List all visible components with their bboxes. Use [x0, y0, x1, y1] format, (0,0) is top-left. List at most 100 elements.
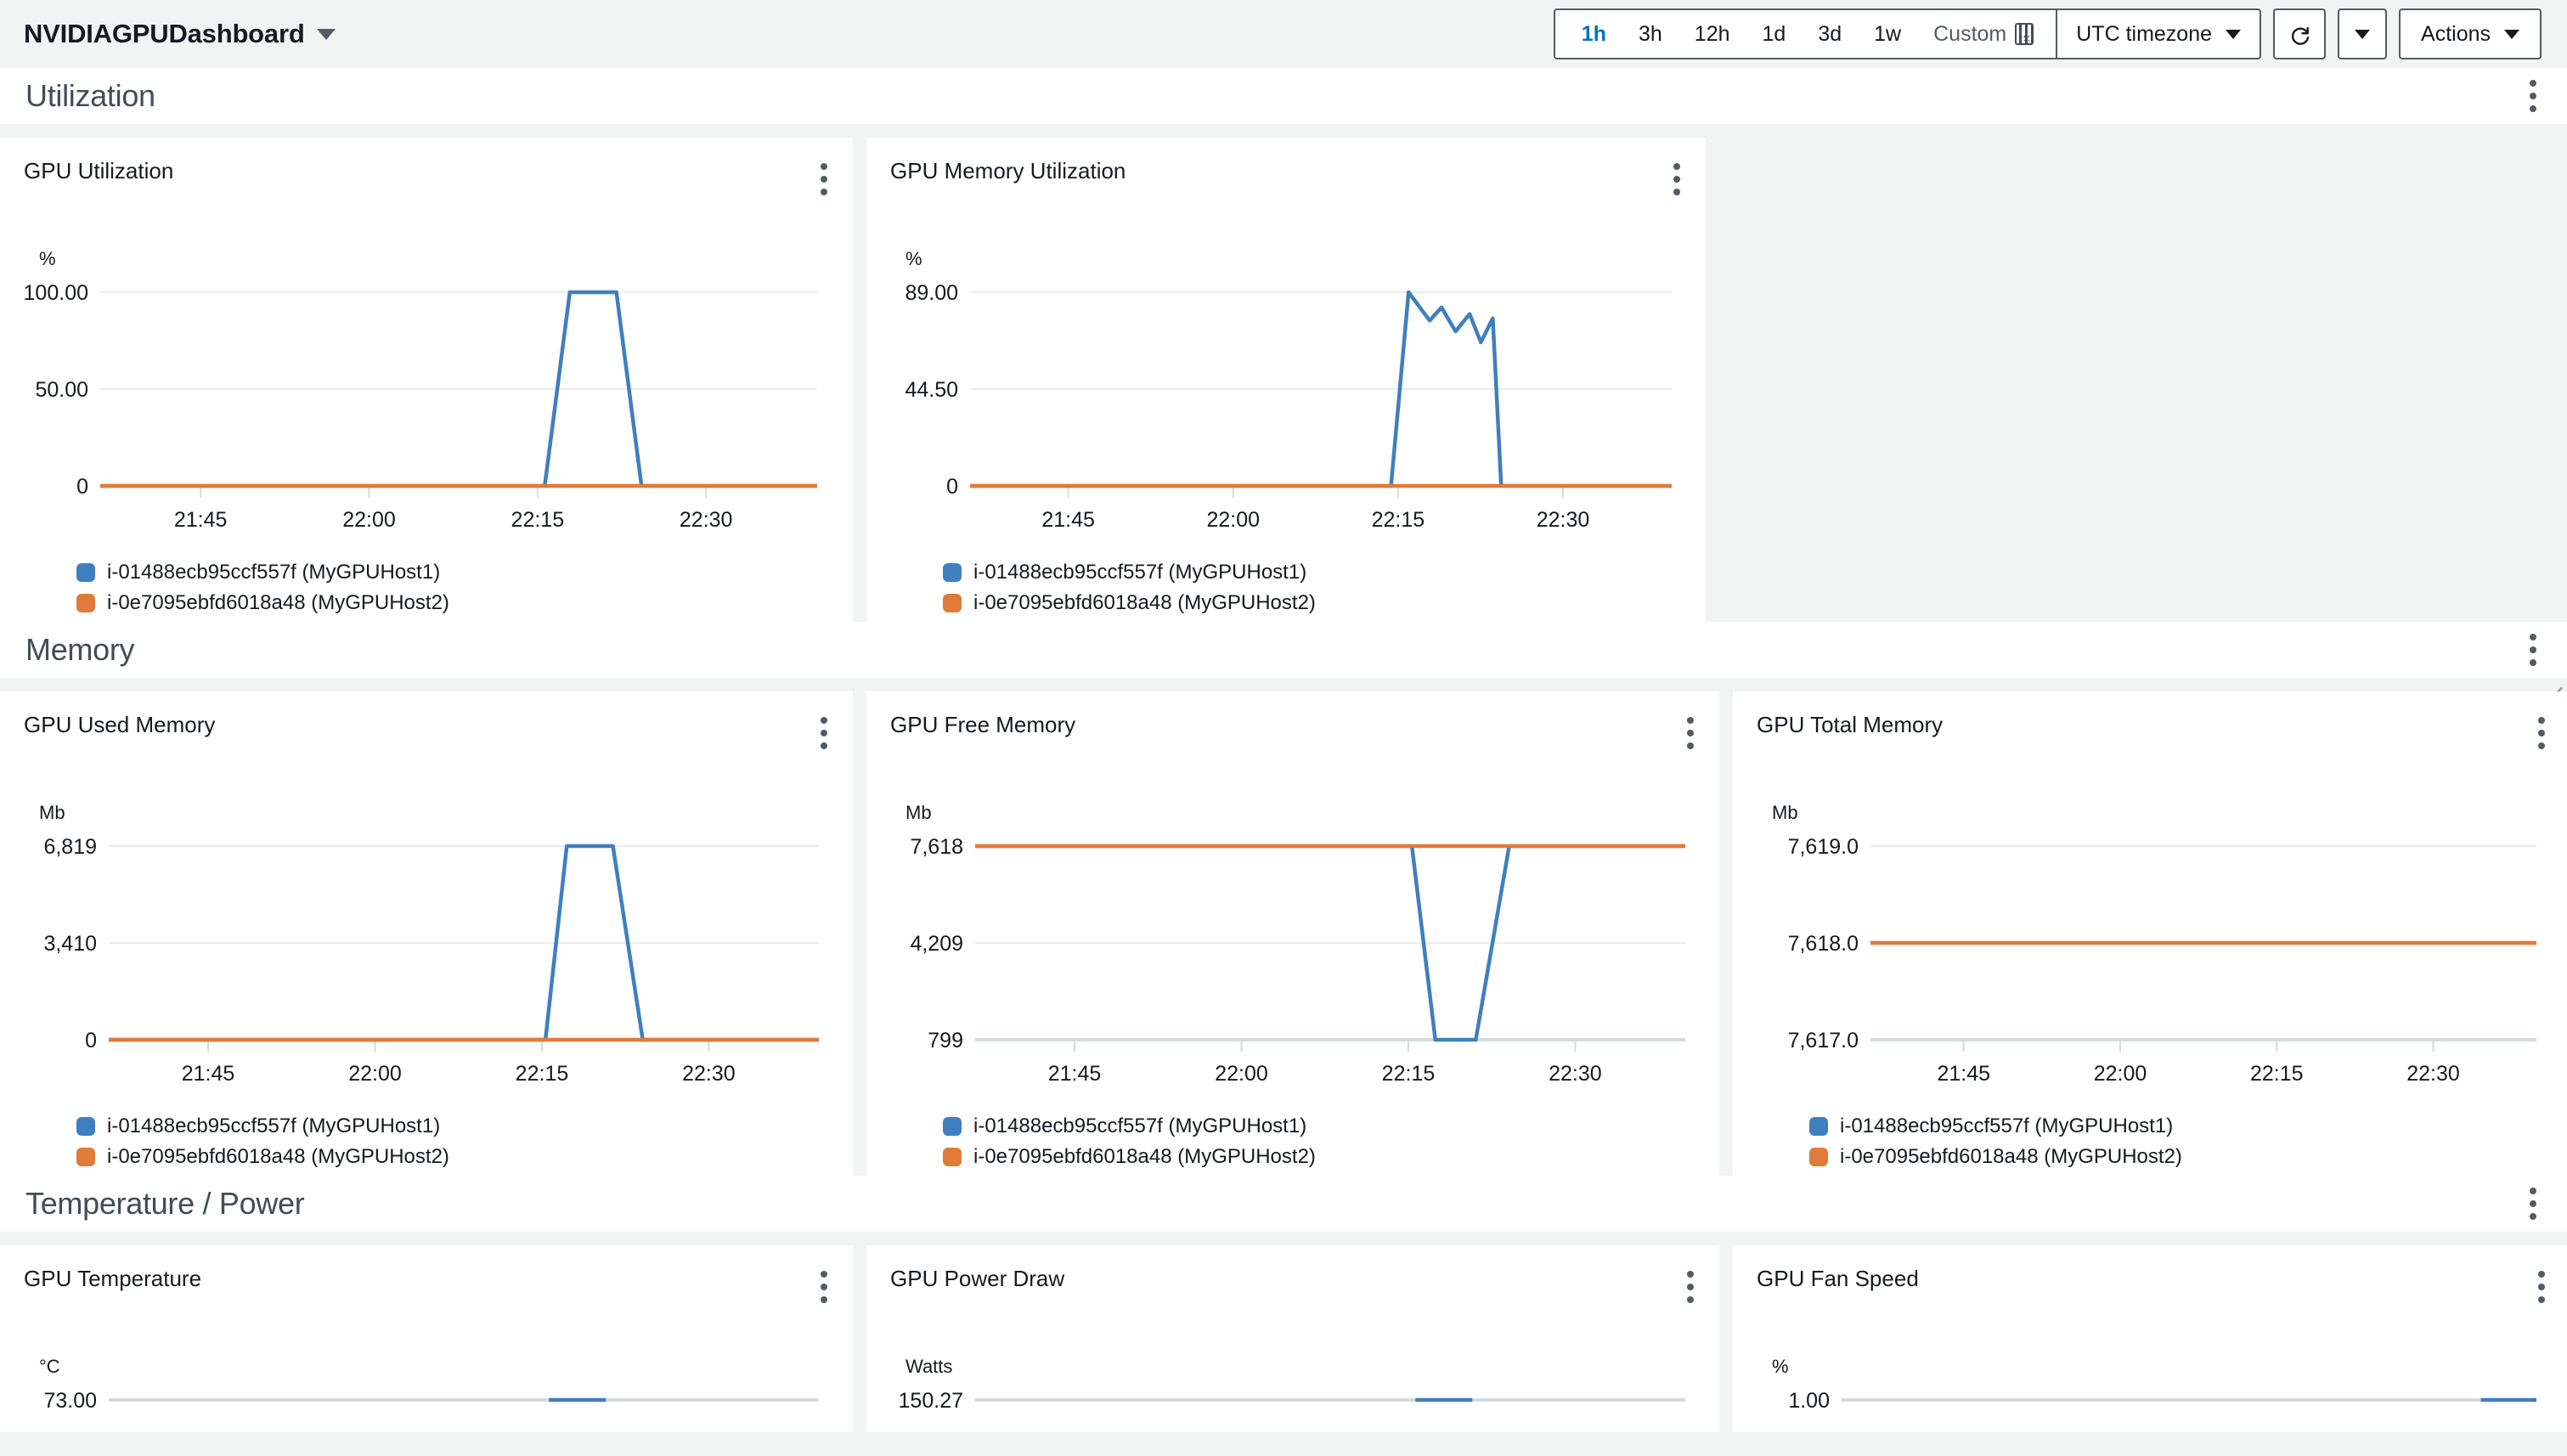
kebab-menu-icon[interactable]: [814, 712, 834, 754]
svg-text:4,209: 4,209: [910, 932, 963, 956]
section-title: Utilization: [25, 78, 155, 113]
y-axis-unit: Watts: [906, 1356, 953, 1377]
y-axis-unit: %: [906, 248, 922, 269]
widget-gpu-memory-utilization: GPU Memory Utilization % 0 44.50 89.00 21:4…: [866, 138, 1706, 622]
widget-gpu-power-draw: GPU Power Draw Watts 150.27: [866, 1245, 1719, 1432]
legend-item[interactable]: i-0e7095ebfd6018a48 (MyGPUHost2): [943, 1142, 1719, 1172]
legend-swatch-orange: [943, 594, 962, 612]
actions-button[interactable]: Actions: [2399, 8, 2542, 59]
chevron-down-icon[interactable]: [316, 28, 336, 40]
calendar-icon[interactable]: [2015, 23, 2034, 45]
kebab-menu-icon[interactable]: [1667, 158, 1687, 200]
chart-plot-area[interactable]: 1.00: [1733, 1385, 2567, 1453]
kebab-menu-icon[interactable]: [814, 1266, 834, 1308]
svg-text:89.00: 89.00: [905, 281, 958, 305]
widget-header: GPU Free Memory: [866, 691, 1719, 754]
chart-plot-area[interactable]: 150.27: [866, 1385, 1719, 1453]
chart-legend: i-01488ecb95ccf557f (MyGPUHost1) i-0e709…: [1733, 1103, 2567, 1172]
svg-text:7,617.0: 7,617.0: [1788, 1029, 1859, 1052]
top-toolbar: NVIDIAGPUDashboard 1h 3h 12h 1d 3d 1w Cu…: [0, 0, 2567, 68]
svg-text:22:00: 22:00: [1206, 508, 1260, 532]
chart-plot-area[interactable]: 73.00: [0, 1385, 853, 1453]
svg-text:0: 0: [76, 475, 88, 499]
kebab-menu-icon[interactable]: [2523, 1182, 2543, 1225]
section-header-utilization: Utilization: [0, 68, 2567, 124]
widget-gpu-temperature: GPU Temperature °C 73.00: [0, 1245, 853, 1432]
chart-plot-area[interactable]: 7,617.0 7,618.0 7,619.0 21:45 22:00 22:15 22:3…: [1733, 831, 2567, 1103]
y-axis-unit: Mb: [39, 802, 65, 823]
kebab-menu-icon[interactable]: [2523, 75, 2543, 117]
section-gap: [0, 124, 2567, 138]
svg-text:22:30: 22:30: [2406, 1062, 2460, 1086]
legend-item[interactable]: i-01488ecb95ccf557f (MyGPUHost1): [76, 557, 853, 588]
refresh-options-button[interactable]: [2338, 8, 2388, 59]
dashboard-title-dropdown[interactable]: NVIDIAGPUDashboard: [24, 19, 336, 49]
widget-row-temperature-power: GPU Temperature °C 73.00 GPU Power Draw …: [0, 1245, 2567, 1432]
chart-plot-area[interactable]: 0 3,410 6,819 21:45 22:00 22:15 22:30: [0, 831, 853, 1103]
time-range-1h[interactable]: 1h: [1566, 10, 1622, 58]
section-gap: [0, 678, 2567, 691]
chart-plot-area[interactable]: 0 50.00 100.00 21:45 22:00 22:15 22:30: [0, 277, 853, 549]
chart-legend: i-01488ecb95ccf557f (MyGPUHost1) i-0e709…: [0, 549, 853, 618]
legend-label: i-01488ecb95ccf557f (MyGPUHost1): [973, 561, 1307, 584]
chevron-down-icon: [2226, 29, 2242, 39]
legend-item[interactable]: i-01488ecb95ccf557f (MyGPUHost1): [76, 1111, 853, 1142]
time-range-3h[interactable]: 3h: [1622, 10, 1678, 58]
svg-text:21:45: 21:45: [182, 1062, 235, 1086]
kebab-menu-icon[interactable]: [814, 158, 834, 200]
time-range-custom[interactable]: Custom: [1917, 10, 2015, 58]
legend-item[interactable]: i-0e7095ebfd6018a48 (MyGPUHost2): [76, 588, 853, 618]
legend-item[interactable]: i-01488ecb95ccf557f (MyGPUHost1): [943, 1111, 1719, 1142]
svg-text:7,618: 7,618: [910, 835, 963, 859]
section-title: Memory: [25, 632, 135, 667]
svg-text:0: 0: [85, 1029, 97, 1052]
svg-text:21:45: 21:45: [1041, 508, 1095, 532]
section-header-temperature-power: Temperature / Power: [0, 1176, 2567, 1232]
section-header-memory: Memory: [0, 622, 2567, 704]
chart-plot-area[interactable]: 799 4,209 7,618 21:45 22:00 22:15 22:30: [866, 831, 1719, 1103]
kebab-menu-icon[interactable]: [2531, 1266, 2552, 1308]
legend-item[interactable]: i-01488ecb95ccf557f (MyGPUHost1): [1809, 1111, 2567, 1142]
svg-text:7,618.0: 7,618.0: [1788, 932, 1859, 956]
time-range-3d[interactable]: 3d: [1802, 10, 1858, 58]
legend-label: i-0e7095ebfd6018a48 (MyGPUHost2): [973, 591, 1316, 614]
legend-item[interactable]: i-0e7095ebfd6018a48 (MyGPUHost2): [76, 1142, 853, 1172]
empty-widget-slot: [1719, 138, 2567, 622]
timezone-dropdown[interactable]: UTC timezone: [2057, 10, 2260, 58]
refresh-button[interactable]: [2273, 8, 2327, 59]
refresh-icon: [2288, 22, 2311, 46]
kebab-menu-icon[interactable]: [2523, 629, 2543, 671]
svg-text:22:00: 22:00: [342, 508, 396, 532]
kebab-menu-icon[interactable]: [2531, 712, 2552, 754]
widget-header: GPU Memory Utilization: [866, 138, 1706, 200]
legend-label: i-01488ecb95ccf557f (MyGPUHost1): [1840, 1115, 2174, 1137]
svg-text:100.00: 100.00: [24, 281, 88, 305]
y-axis-unit: °C: [39, 1356, 60, 1377]
legend-swatch-orange: [1809, 1148, 1828, 1166]
widget-title: GPU Used Memory: [24, 712, 216, 737]
time-range-1d[interactable]: 1d: [1746, 10, 1803, 58]
widget-title: GPU Temperature: [24, 1266, 202, 1291]
widget-title: GPU Fan Speed: [1757, 1266, 1919, 1291]
kebab-menu-icon[interactable]: [1680, 1266, 1701, 1308]
svg-text:0: 0: [946, 475, 958, 499]
widget-row-memory: GPU Used Memory Mb 0 3,410 6,819 21:45 22:00…: [0, 691, 2567, 1176]
timezone-label: UTC timezone: [2076, 21, 2213, 46]
kebab-menu-icon[interactable]: [1680, 712, 1701, 754]
legend-item[interactable]: i-0e7095ebfd6018a48 (MyGPUHost2): [1809, 1142, 2567, 1172]
chart-plot-area[interactable]: 0 44.50 89.00 21:45 22:00 22:15 22:30: [866, 277, 1706, 549]
time-range-1w[interactable]: 1w: [1858, 10, 1917, 58]
widget-header: GPU Fan Speed: [1733, 1245, 2567, 1308]
legend-item[interactable]: i-01488ecb95ccf557f (MyGPUHost1): [943, 557, 1706, 588]
section-title: Temperature / Power: [25, 1186, 305, 1221]
legend-item[interactable]: i-0e7095ebfd6018a48 (MyGPUHost2): [943, 588, 1706, 618]
legend-label: i-0e7095ebfd6018a48 (MyGPUHost2): [107, 1145, 449, 1168]
svg-text:150.27: 150.27: [899, 1389, 963, 1413]
legend-label: i-0e7095ebfd6018a48 (MyGPUHost2): [1840, 1145, 2182, 1168]
svg-text:1.00: 1.00: [1788, 1389, 1830, 1413]
time-range-12h[interactable]: 12h: [1678, 10, 1746, 58]
y-axis-unit: Mb: [906, 802, 932, 823]
svg-text:22:15: 22:15: [1382, 1062, 1436, 1086]
widget-gpu-free-memory: GPU Free Memory Mb 799 4,209 7,618 21:45 22:…: [866, 691, 1719, 1176]
legend-swatch-orange: [76, 1148, 95, 1166]
